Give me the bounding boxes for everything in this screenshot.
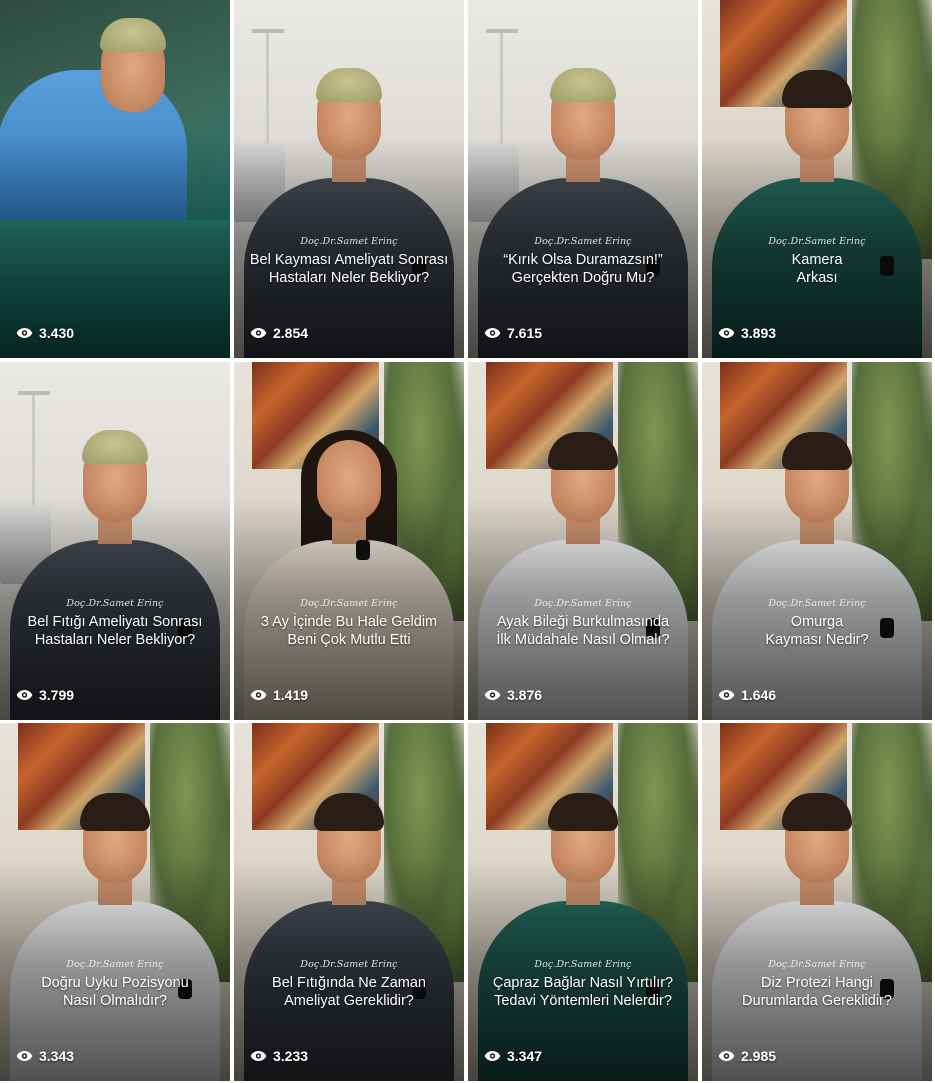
video-title: Çapraz Bağlar Nasıl Yırtılır? Tedavi Yön…: [492, 975, 674, 1009]
view-count: 3.799: [16, 687, 74, 703]
view-count-value: 2.854: [273, 325, 309, 341]
view-count-value: 3.876: [507, 687, 543, 703]
view-count-value: 3.893: [741, 325, 777, 341]
view-count: 3.233: [250, 1048, 308, 1064]
view-count-value: 3.343: [39, 1048, 75, 1064]
eye-icon: [718, 1051, 735, 1061]
video-tile[interactable]: Doç.Dr.Samet Erinç “Kırık Olsa Duramazsı…: [468, 0, 698, 358]
surgical-cap: [100, 18, 167, 52]
eye-icon: [16, 328, 33, 338]
video-tile[interactable]: Doç.Dr.Samet Erinç Bel Kayması Ameliyatı…: [234, 0, 464, 358]
doctor-signature: Doç.Dr.Samet Erinç: [300, 598, 398, 609]
video-title: Bel Fıtığında Ne Zaman Ameliyat Gereklid…: [272, 975, 426, 1009]
eye-icon: [484, 690, 501, 700]
surgical-cap: [550, 68, 616, 102]
video-tile[interactable]: Doç.Dr.Samet Erinç 3 Ay İçinde Bu Hale G…: [234, 362, 464, 720]
video-title: Doğru Uyku Pozisyonu Nasıl Olmalıdır?: [41, 975, 189, 1009]
video-tile[interactable]: 3.430: [0, 0, 230, 358]
video-tile[interactable]: Doç.Dr.Samet Erinç Diz Protezi Hangi Dur…: [702, 723, 932, 1081]
video-title: Diz Protezi Hangi Durumlarda Gereklidir?: [742, 975, 892, 1009]
eye-icon: [250, 328, 267, 338]
doctor-signature: Doç.Dr.Samet Erinç: [768, 236, 866, 247]
view-count-value: 3.430: [39, 325, 75, 341]
doctor-signature: Doç.Dr.Samet Erinç: [66, 959, 164, 970]
hair: [782, 70, 852, 108]
video-tile[interactable]: Doç.Dr.Samet Erinç Bel Fıtığı Ameliyatı …: [0, 362, 230, 720]
eye-icon: [484, 328, 501, 338]
video-tile[interactable]: Doç.Dr.Samet Erinç Ayak Bileği Burkulmas…: [468, 362, 698, 720]
view-count: 3.893: [718, 325, 776, 341]
eye-icon: [718, 690, 735, 700]
video-tile[interactable]: Doç.Dr.Samet Erinç Omurga Kayması Nedir?…: [702, 362, 932, 720]
video-grid: 3.430 Doç.Dr.Samet Erinç Bel Kayması Ame…: [0, 0, 935, 1083]
doctor-signature: Doç.Dr.Samet Erinç: [300, 959, 398, 970]
view-count-value: 2.985: [741, 1048, 777, 1064]
video-tile[interactable]: Doç.Dr.Samet Erinç Kamera Arkası 3.893: [702, 0, 932, 358]
hair: [548, 793, 618, 831]
hair: [80, 793, 150, 831]
video-title: “Kırık Olsa Duramazsın!” Gerçekten Doğru…: [503, 252, 663, 286]
view-count: 2.985: [718, 1048, 776, 1064]
doctor-signature: Doç.Dr.Samet Erinç: [534, 236, 632, 247]
view-count: 3.430: [16, 325, 74, 341]
view-count-value: 3.233: [273, 1048, 309, 1064]
view-count: 2.854: [250, 325, 308, 341]
view-count: 3.343: [16, 1048, 74, 1064]
view-count: 3.347: [484, 1048, 542, 1064]
video-tile[interactable]: Doç.Dr.Samet Erinç Bel Fıtığında Ne Zama…: [234, 723, 464, 1081]
view-count-value: 7.615: [507, 325, 543, 341]
video-title: Ayak Bileği Burkulmasında İlk Müdahale N…: [496, 614, 670, 648]
view-count: 3.876: [484, 687, 542, 703]
doctor-signature: Doç.Dr.Samet Erinç: [768, 598, 866, 609]
view-count-value: 1.419: [273, 687, 309, 703]
view-count-value: 3.799: [39, 687, 75, 703]
view-count-value: 1.646: [741, 687, 777, 703]
view-count: 1.646: [718, 687, 776, 703]
doctor-signature: Doç.Dr.Samet Erinç: [768, 959, 866, 970]
doctor-signature: Doç.Dr.Samet Erinç: [300, 236, 398, 247]
video-tile[interactable]: Doç.Dr.Samet Erinç Çapraz Bağlar Nasıl Y…: [468, 723, 698, 1081]
doctor-signature: Doç.Dr.Samet Erinç: [534, 598, 632, 609]
view-count: 1.419: [250, 687, 308, 703]
hair: [782, 793, 852, 831]
eye-icon: [16, 690, 33, 700]
surgical-cap: [316, 68, 382, 102]
hair: [548, 432, 618, 470]
eye-icon: [250, 1051, 267, 1061]
eye-icon: [16, 1051, 33, 1061]
video-title: 3 Ay İçinde Bu Hale Geldim Beni Çok Mutl…: [260, 614, 438, 648]
video-title: Bel Kayması Ameliyatı Sonrası Hastaları …: [249, 252, 449, 286]
doctor-signature: Doç.Dr.Samet Erinç: [66, 598, 164, 609]
video-tile[interactable]: Doç.Dr.Samet Erinç Doğru Uyku Pozisyonu …: [0, 723, 230, 1081]
hair: [314, 793, 384, 831]
eye-icon: [484, 1051, 501, 1061]
video-title: Bel Fıtığı Ameliyatı Sonrası Hastaları N…: [27, 614, 203, 648]
view-count-value: 3.347: [507, 1048, 543, 1064]
surgical-cap: [82, 430, 148, 464]
view-count: 7.615: [484, 325, 542, 341]
doctor-signature: Doç.Dr.Samet Erinç: [534, 959, 632, 970]
video-title: Omurga Kayması Nedir?: [765, 614, 869, 648]
hair: [782, 432, 852, 470]
eye-icon: [718, 328, 735, 338]
video-title: Kamera Arkası: [791, 252, 843, 286]
eye-icon: [250, 690, 267, 700]
